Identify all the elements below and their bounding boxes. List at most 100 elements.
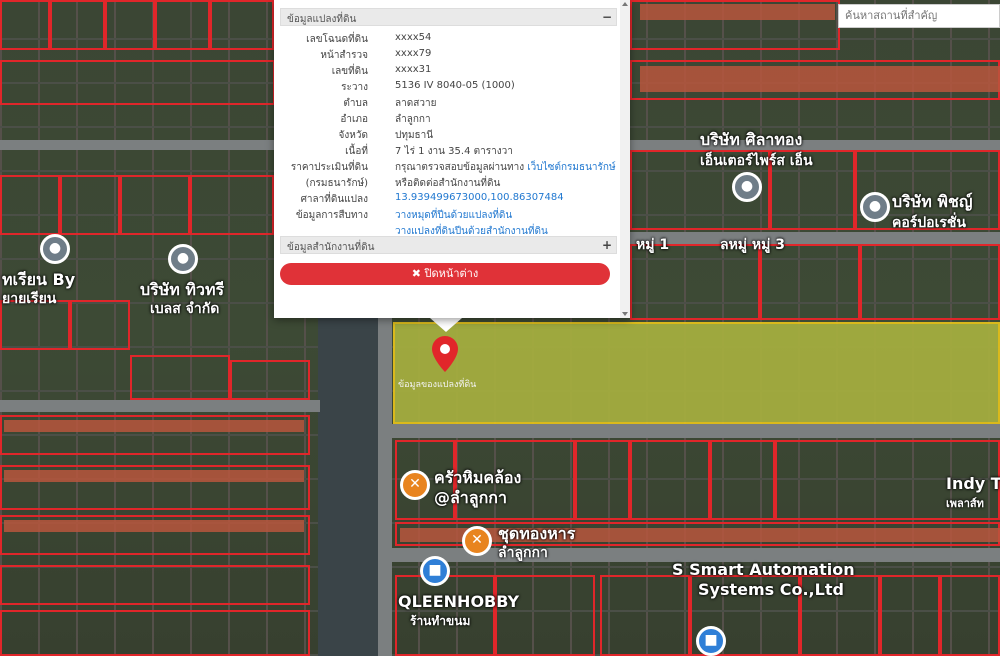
info-row: ราคาประเมินที่ดิน กรุณาตรวจสอบข้อมูลผ่าน… [274,160,616,175]
land-info-popup: ข้อมูลแปลงที่ดิน − เลขโฉนดที่ดิน xxxx54 … [274,0,630,318]
info-label: เลขโฉนดที่ดิน [306,34,368,45]
info-value: ลาดสวาย [395,98,437,109]
directions-link[interactable]: วางหมุดที่ปีนด้วยแปลงที่ดิน [395,208,512,223]
road [380,424,1000,438]
road [0,400,320,412]
info-label: เลขที่ดิน [331,66,368,77]
roof [640,66,1000,92]
road-label: ลหมู่ หมู่ 3 [720,237,785,253]
info-label: ระวาง [341,82,368,93]
restaurant-icon[interactable]: ✕ [400,470,430,500]
parcel [630,440,710,520]
poi-label[interactable]: ร้านทำขนม [410,612,470,631]
business-icon[interactable]: ■ [696,626,726,656]
land-office-section-title: ข้อมูลสำนักงานที่ดิน [287,242,375,253]
poi-label[interactable]: Indy T [946,474,1000,493]
poi-label[interactable]: คอร์ปอเรชั่น [892,212,966,234]
poi-marker-icon[interactable]: ● [860,192,890,222]
popup-pointer [430,318,462,332]
poi-label[interactable]: เพลาส์ท [946,494,984,512]
roof [4,520,304,532]
info-value: ลำลูกกา [395,114,431,125]
poi-label[interactable]: QLEENHOBBY [398,592,519,611]
restaurant-icon[interactable]: ✕ [462,526,492,556]
scroll-up-icon[interactable] [622,2,628,6]
poi-label[interactable]: Systems Co.,Ltd [698,580,844,599]
info-label: ราคาประเมินที่ดิน [290,162,368,173]
parcel [710,440,775,520]
road-label: หมู่ 1 [636,237,670,253]
parcel [105,0,155,50]
land-info-section-title: ข้อมูลแปลงที่ดิน [287,14,357,25]
poi-label[interactable]: @ลำลูกกา [434,486,507,511]
info-row: ศาลาที่ดินแปลง 13.939499673000,100.86307… [274,192,614,207]
parcel [130,355,230,400]
parcel [50,0,105,50]
info-value: xxxx79 [395,48,432,59]
parcel [0,175,60,235]
land-office-section-header[interactable]: ข้อมูลสำนักงานที่ดิน + [280,236,617,254]
info-value: กรุณาตรวจสอบข้อมูลผ่านทาง [395,162,525,173]
selected-land-parcel-label: ข้อมูลของแปลงที่ดิน [398,380,477,390]
info-label: เนื้อที่ [345,146,368,157]
selected-land-parcel[interactable] [393,322,1000,424]
parcel [60,175,120,235]
parcel [70,300,130,350]
land-info-section-header[interactable]: ข้อมูลแปลงที่ดิน − [280,8,617,26]
info-label: ตำบล [343,98,368,109]
parcel [860,244,1000,320]
info-row: จังหวัด ปทุมธานี [274,128,614,143]
poi-label[interactable]: S Smart Automation [672,560,855,579]
info-row: อำเภอ ลำลูกกา [274,112,614,127]
parcel [940,575,1000,656]
info-value: xxxx31 [395,64,432,75]
poi-label[interactable]: เบลส จำกัด [150,298,219,320]
collapse-icon[interactable]: − [602,10,612,24]
info-label: ข้อมูลการสืบทาง [295,210,368,221]
poi-marker-icon[interactable]: ● [40,234,70,264]
roof [4,420,304,432]
info-label: (กรมธนารักษ์) [305,178,368,189]
info-label: จังหวัด [338,130,368,141]
info-label: หน้าสำรวจ [320,50,368,61]
location-pin-icon[interactable] [432,336,458,372]
info-row: ข้อมูลการสืบทาง วางหมุดที่ปีนด้วยแปลงที่… [274,208,614,223]
parcel [230,360,310,400]
parcel [210,0,274,50]
info-value: ปทุมธานี [395,130,434,141]
poi-marker-icon[interactable]: ● [168,244,198,274]
parcel [495,575,595,656]
info-value: xxxx54 [395,32,432,43]
info-row: ระวาง 5136 IV 8040-05 (1000) [274,80,614,95]
landmark-search-input[interactable] [838,4,1000,28]
parcel [155,0,210,50]
info-value: 5136 IV 8040-05 (1000) [395,80,515,91]
poi-label[interactable]: ลำลูกกา [498,542,548,564]
info-value: หรือติดต่อสำนักงานที่ดิน [395,178,501,189]
info-row: เนื้อที่ 7 ไร่ 1 งาน 35.4 ตารางวา [274,144,614,159]
roof [640,4,835,20]
parcel [575,440,630,520]
shopping-icon[interactable]: ■ [420,556,450,586]
popup-scrollbar[interactable] [620,0,630,318]
info-row: เลขที่ดิน xxxx31 [274,64,614,79]
roof [4,470,304,482]
parcel [0,0,50,50]
close-window-button[interactable]: ✖ ปิดหน้าต่าง [280,263,610,285]
treasury-website-link[interactable]: เว็บไซต์กรมธนารักษ์ [527,162,615,173]
info-row: (กรมธนารักษ์) หรือติดต่อสำนักงานที่ดิน [274,176,614,191]
parcel [880,575,940,656]
poi-marker-icon[interactable]: ● [732,172,762,202]
poi-label[interactable]: เอ็นเตอร์ไพร์ส เอ็น [700,150,813,172]
info-row: ตำบล ลาดสวาย [274,96,614,111]
expand-icon[interactable]: + [602,238,612,252]
poi-label[interactable]: ยายเรียน [2,288,56,310]
info-value: 7 ไร่ 1 งาน 35.4 ตารางวา [395,146,513,157]
parcel [0,60,275,105]
parcel [600,575,690,656]
scroll-down-icon[interactable] [622,312,628,316]
parcel [0,565,310,605]
parcel [0,610,310,656]
coordinates-link[interactable]: 13.939499673000,100.86307484 [395,192,564,203]
info-row: หน้าสำรวจ xxxx79 [274,48,614,63]
